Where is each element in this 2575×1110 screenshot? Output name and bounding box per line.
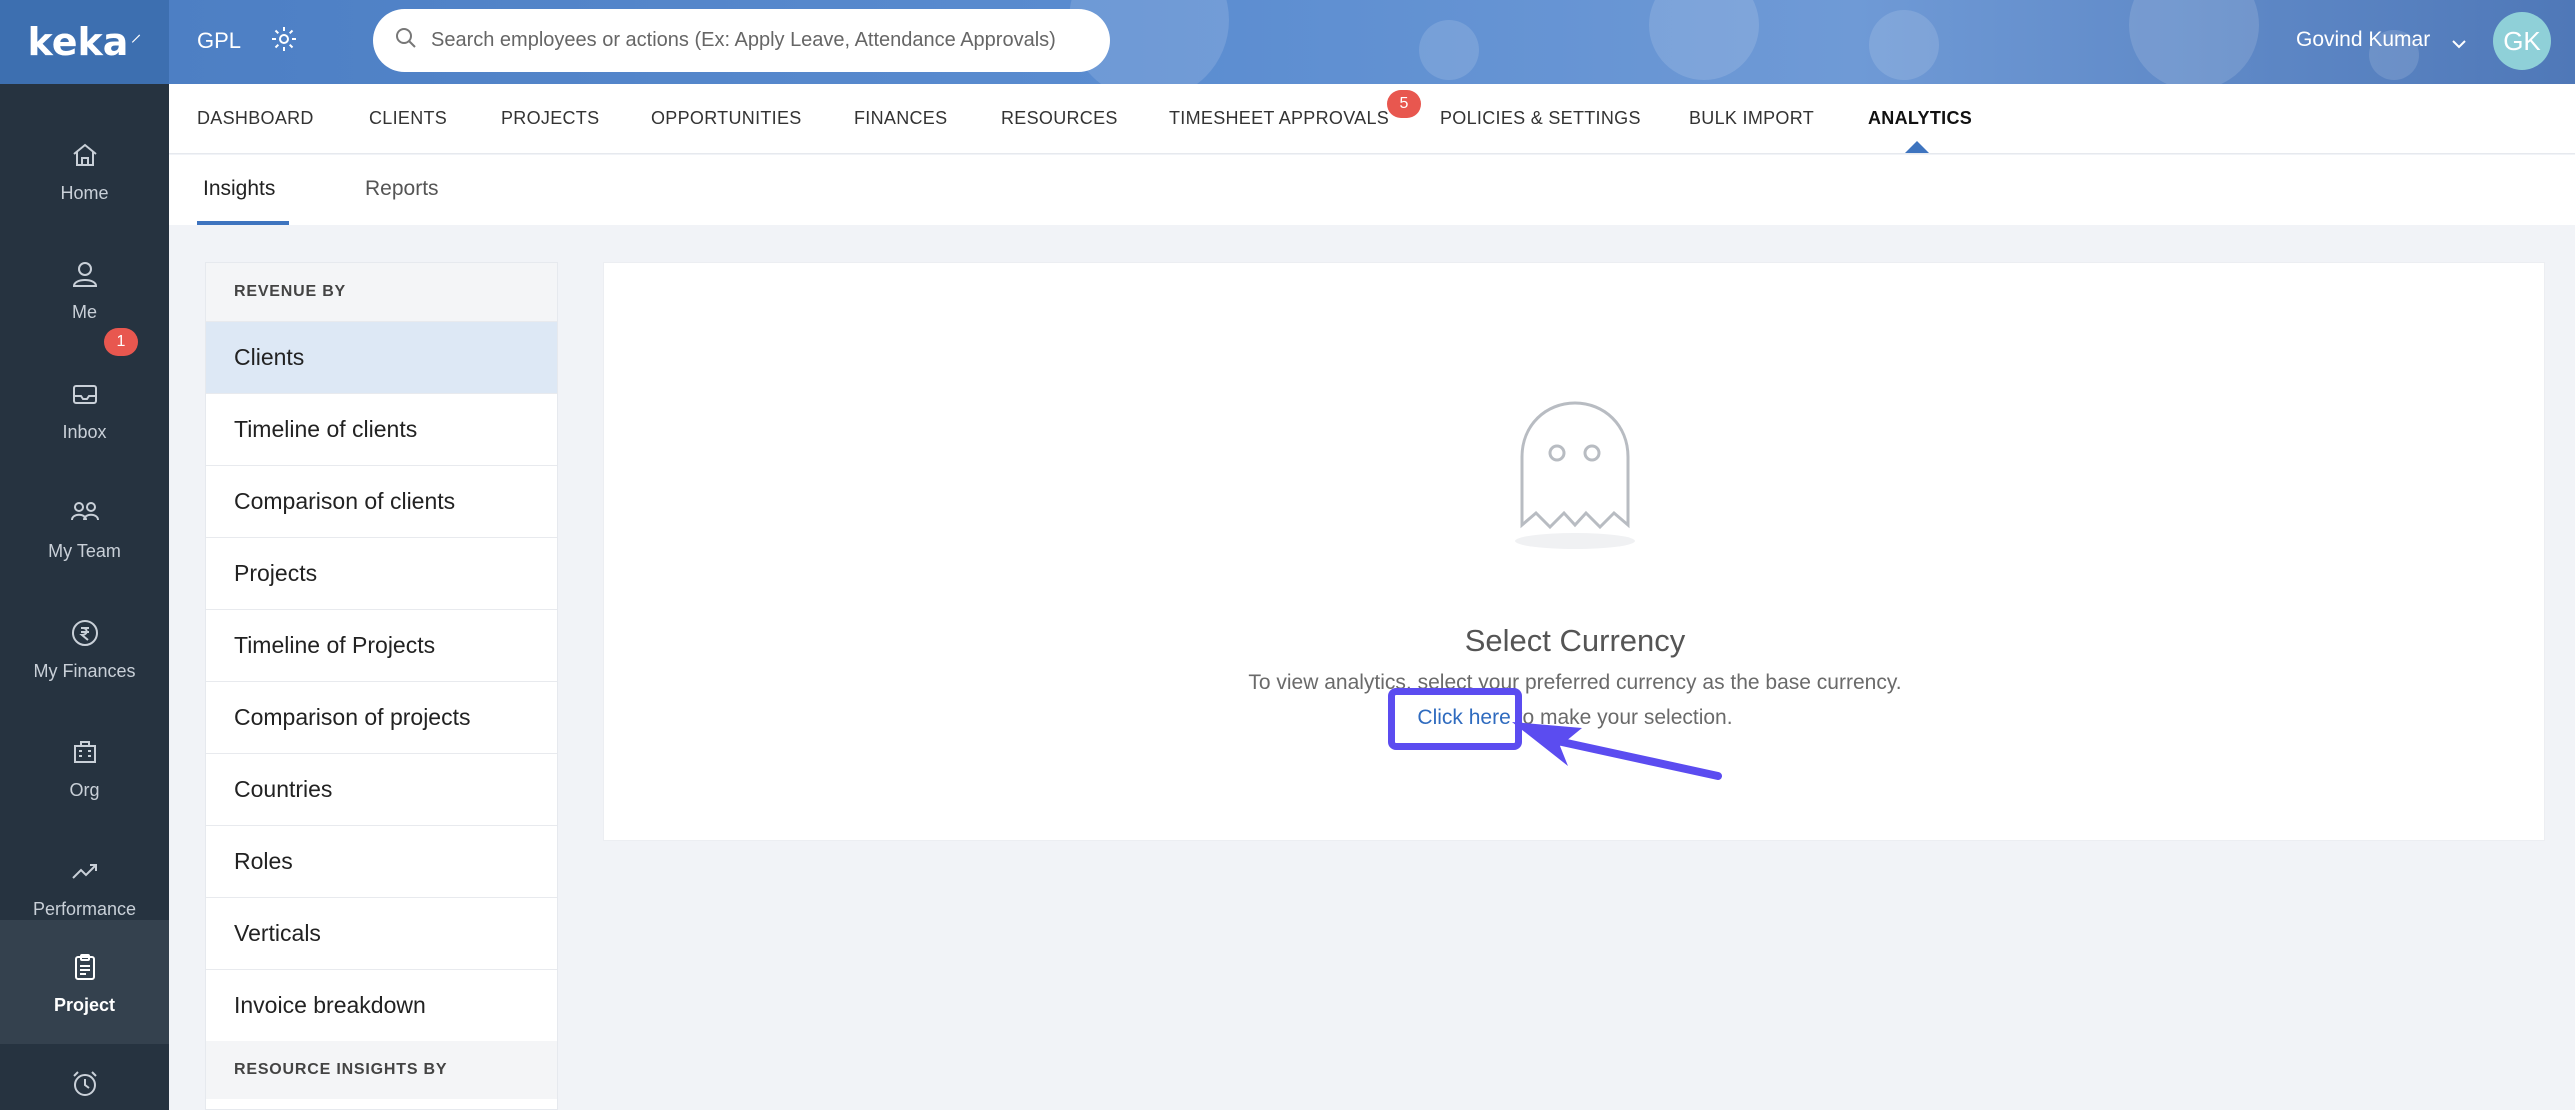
module-nav: DASHBOARD CLIENTS PROJECTS OPPORTUNITIES… — [169, 84, 2575, 154]
tab-insights[interactable]: Insights — [203, 177, 275, 201]
tab-policies-settings[interactable]: POLICIES & SETTINGS — [1440, 108, 1641, 129]
sidebar-label-home: Home — [60, 183, 109, 203]
inbox-icon — [67, 376, 103, 412]
active-tab-indicator — [1905, 141, 1929, 153]
clipboard-icon — [67, 949, 103, 985]
tab-bulk-import[interactable]: BULK IMPORT — [1689, 108, 1814, 129]
sidebar-item-attendance[interactable] — [0, 1048, 169, 1110]
list-item-projects[interactable]: Projects — [206, 537, 557, 609]
org-icon — [67, 734, 103, 770]
tab-dashboard[interactable]: DASHBOARD — [197, 108, 314, 129]
list-item-clients[interactable]: Clients — [206, 321, 557, 393]
insights-menu: REVENUE BY Clients Timeline of clients C… — [205, 262, 558, 1110]
sidebar-item-home[interactable]: Home — [0, 111, 169, 230]
inbox-count-badge: 1 — [104, 328, 138, 356]
pointer-arrow-icon — [1512, 722, 1722, 787]
gear-icon[interactable] — [269, 24, 299, 59]
chevron-down-icon[interactable] — [2451, 36, 2467, 54]
top-bar: GPL Govind Kumar GK — [169, 0, 2575, 84]
sidebar-item-me[interactable]: Me — [0, 230, 169, 349]
org-name: GPL — [197, 28, 242, 53]
user-icon — [67, 256, 103, 292]
tab-clients[interactable]: CLIENTS — [369, 108, 447, 129]
tab-finances[interactable]: FINANCES — [854, 108, 947, 129]
sub-nav: Insights Reports — [169, 155, 2575, 225]
trend-icon — [67, 853, 103, 889]
header-decoration — [2129, 0, 2259, 84]
list-item-timeline-of-projects[interactable]: Timeline of Projects — [206, 609, 557, 681]
rupee-icon — [67, 615, 103, 651]
sidebar-item-org[interactable]: Org — [0, 708, 169, 827]
sidebar-item-project[interactable]: Project — [0, 920, 169, 1044]
sidebar-label-my-finances: My Finances — [33, 661, 136, 681]
alarm-clock-icon — [67, 1068, 103, 1100]
list-item-countries[interactable]: Countries — [206, 753, 557, 825]
sidebar: keka ⸝ Home Me Inbox 1 My Team My Financ… — [0, 0, 169, 1110]
list-item-timeline-of-clients[interactable]: Timeline of clients — [206, 393, 557, 465]
list-item-comparison-of-projects[interactable]: Comparison of projects — [206, 681, 557, 753]
sidebar-label-org: Org — [69, 780, 100, 800]
list-item-invoice-breakdown[interactable]: Invoice breakdown — [206, 969, 557, 1041]
tab-projects[interactable]: PROJECTS — [501, 108, 599, 129]
header-decoration — [1419, 20, 1479, 80]
avatar[interactable]: GK — [2493, 12, 2551, 70]
sidebar-label-project: Project — [53, 994, 116, 1015]
empty-state-description: To view analytics, select your preferred… — [1248, 671, 1902, 694]
list-item-comparison-of-clients[interactable]: Comparison of clients — [206, 465, 557, 537]
sidebar-item-inbox[interactable]: Inbox — [0, 350, 169, 469]
team-icon — [67, 495, 103, 531]
active-subtab-underline — [197, 221, 289, 225]
logo-text: keka — [27, 20, 129, 64]
header-decoration — [1869, 10, 1939, 80]
tab-timesheet-approvals[interactable]: TIMESHEET APPROVALS — [1169, 108, 1389, 129]
tab-resources[interactable]: RESOURCES — [1001, 108, 1118, 129]
section-header-resource-insights: RESOURCE INSIGHTS BY — [206, 1041, 557, 1099]
sidebar-label-my-team: My Team — [48, 541, 121, 561]
sidebar-item-my-team[interactable]: My Team — [0, 469, 169, 588]
list-item-verticals[interactable]: Verticals — [206, 897, 557, 969]
user-name[interactable]: Govind Kumar — [2296, 28, 2430, 52]
logo-rays-icon: ⸝ — [130, 21, 142, 46]
keka-logo[interactable]: keka ⸝ — [0, 0, 169, 84]
section-header-revenue: REVENUE BY — [206, 263, 557, 321]
timesheet-approvals-badge: 5 — [1387, 90, 1421, 118]
tab-analytics[interactable]: ANALYTICS — [1868, 108, 1972, 129]
sidebar-item-my-finances[interactable]: My Finances — [0, 589, 169, 708]
search-input[interactable] — [431, 29, 1091, 52]
empty-state-title: Select Currency — [1464, 623, 1686, 658]
highlight-box — [1388, 688, 1522, 750]
tab-opportunities[interactable]: OPPORTUNITIES — [651, 108, 802, 129]
sidebar-label-performance: Performance — [32, 899, 137, 919]
global-search[interactable] — [373, 9, 1110, 72]
ghost-icon — [1510, 395, 1640, 560]
search-icon — [395, 27, 417, 54]
header-decoration — [1649, 0, 1759, 80]
tab-reports[interactable]: Reports — [365, 177, 439, 201]
sidebar-label-inbox: Inbox — [62, 422, 107, 442]
home-icon — [67, 137, 103, 173]
sidebar-label-me: Me — [71, 302, 97, 322]
list-item-roles[interactable]: Roles — [206, 825, 557, 897]
